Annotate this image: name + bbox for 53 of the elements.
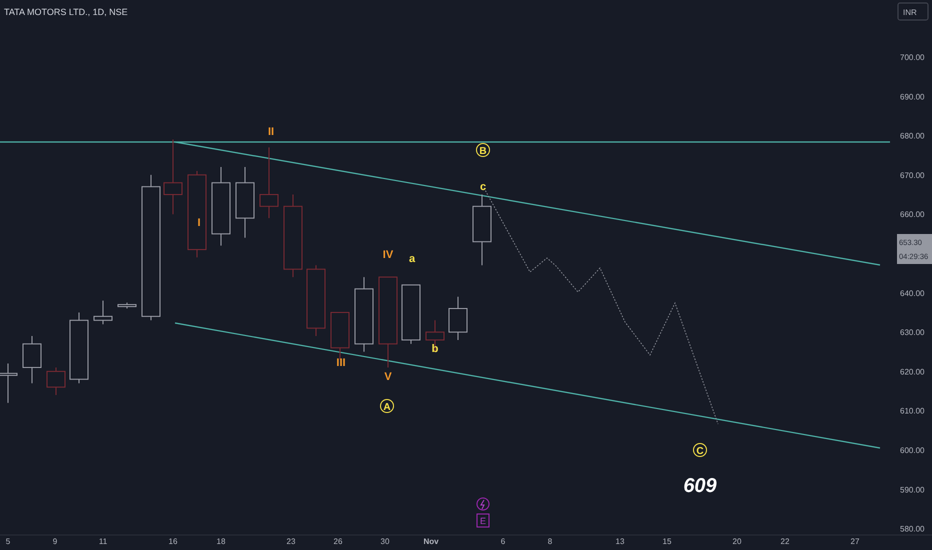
price-axis-label: 700.00 [900,53,924,62]
earnings-marker[interactable]: E [476,514,490,528]
candlestick [46,366,66,396]
time-axis-label: 30 [380,537,390,546]
time-axis-label: 9 [52,537,58,546]
candlestick [448,296,468,340]
symbol-title: TATA MOTORS LTD., 1D, NSE [4,7,128,17]
time-axis-label: 13 [616,537,624,546]
candlestick [402,284,420,344]
candlestick [236,166,254,238]
candlestick [426,320,444,352]
candlestick [94,300,112,325]
wave-label: A [380,399,394,413]
candlestick [330,312,350,360]
time-axis-label: 26 [334,537,342,546]
wave-label: C [693,443,707,457]
time-axis-label: 27 [850,537,860,546]
time-axis-label: 22 [780,537,790,546]
wave-label: IV [382,249,394,261]
candlestick [472,194,492,266]
price-axis-label: 670.00 [900,170,924,180]
time-axis-label: 8 [548,537,552,546]
time-axis-label: 16 [168,537,178,546]
wave-label: B [476,143,490,157]
time-axis-label: Nov [423,537,439,546]
time-axis-label: 23 [286,537,296,546]
price-axis-label: 630.00 [900,328,924,338]
time-axis-label: 20 [732,537,742,546]
price-axis-label: 600.00 [900,446,924,455]
target-price-note: 609 [683,475,717,497]
wave-label: I [197,217,201,229]
price-axis-label: 680.00 [900,132,924,141]
price-axis-label: 580.00 [900,524,924,534]
wave-label: a [408,253,416,265]
price-axis-label: 590.00 [900,485,924,494]
price-axis-label: 640.00 [900,288,924,298]
time-axis-label: 6 [500,537,506,546]
time-axis-label: 18 [216,537,226,546]
price-axis-label: 690.00 [900,92,924,102]
wave-label: II [268,126,274,138]
time-axis-label: 5 [6,537,10,546]
time-axis-label: 11 [98,537,108,546]
currency-button[interactable]: INR [898,2,928,20]
wave-label: V [384,371,392,383]
wave-label: b [432,343,438,355]
wave-label: c [480,181,486,193]
price-axis-label: 660.00 [900,210,924,220]
lightning-icon[interactable] [476,498,490,510]
price-axis-label: 620.00 [900,367,924,376]
time-axis-label: 15 [662,537,672,546]
wave-label: III [336,357,346,369]
candlestick [22,336,42,384]
price-axis-label: 610.00 [900,406,924,416]
